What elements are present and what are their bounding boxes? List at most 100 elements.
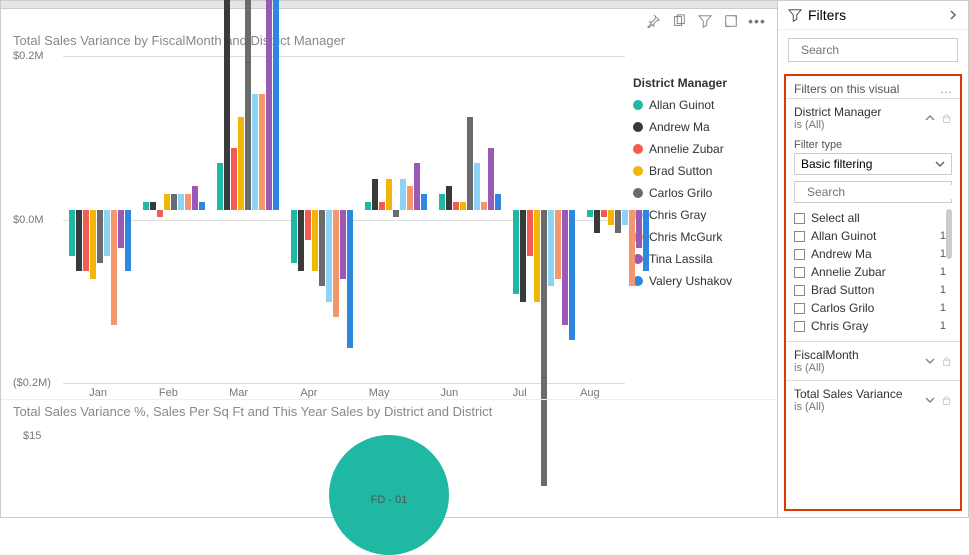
bar[interactable] (615, 56, 621, 363)
filter-value-row[interactable]: Allan Guinot1 (794, 227, 952, 245)
bar[interactable] (118, 56, 124, 363)
checkbox[interactable] (794, 231, 805, 242)
bar[interactable] (217, 56, 223, 363)
bar[interactable] (347, 56, 353, 363)
bar[interactable] (527, 56, 533, 363)
filter-value-row[interactable]: Carlos Grilo1 (794, 299, 952, 317)
more-icon[interactable]: ••• (749, 13, 765, 29)
bar[interactable] (259, 56, 265, 363)
bar[interactable] (76, 56, 82, 363)
collapse-pane-icon[interactable] (948, 10, 958, 20)
bar[interactable] (171, 56, 177, 363)
bar[interactable] (291, 56, 297, 363)
bar[interactable] (231, 56, 237, 363)
bar[interactable] (629, 56, 635, 363)
filter-values-search[interactable] (794, 181, 952, 203)
checkbox[interactable] (794, 285, 805, 296)
bar[interactable] (601, 56, 607, 363)
bar[interactable] (421, 56, 427, 363)
checkbox[interactable] (794, 249, 805, 260)
bar[interactable] (407, 56, 413, 363)
focus-icon[interactable] (723, 13, 739, 29)
filter-value-row[interactable]: Brad Sutton1 (794, 281, 952, 299)
filter-card-fiscalmonth[interactable]: FiscalMonth is (All) (786, 341, 960, 380)
bar[interactable] (157, 56, 163, 363)
bar[interactable] (636, 56, 642, 363)
filter-icon[interactable] (697, 13, 713, 29)
filter-values-search-input[interactable] (807, 185, 962, 199)
filters-search-input[interactable] (801, 43, 956, 57)
bar[interactable] (273, 56, 279, 363)
bar[interactable] (150, 56, 156, 363)
chevron-up-icon[interactable] (925, 113, 935, 124)
bar[interactable] (467, 56, 473, 363)
bar[interactable] (594, 56, 600, 363)
bar[interactable] (481, 56, 487, 363)
bar[interactable] (111, 56, 117, 363)
bar[interactable] (266, 56, 272, 363)
bar[interactable] (386, 56, 392, 363)
filters-search[interactable] (788, 38, 958, 62)
bar[interactable] (224, 56, 230, 363)
checkbox[interactable] (794, 213, 805, 224)
chevron-down-icon[interactable] (925, 395, 935, 406)
bar[interactable] (69, 56, 75, 363)
bar[interactable] (513, 56, 519, 363)
clear-filter-icon[interactable] (941, 113, 952, 124)
bar[interactable] (541, 56, 547, 363)
bar[interactable] (178, 56, 184, 363)
bar[interactable] (305, 56, 311, 363)
scrollbar[interactable] (946, 209, 952, 259)
copy-icon[interactable] (671, 13, 687, 29)
bar[interactable] (104, 56, 110, 363)
bar[interactable] (622, 56, 628, 363)
bar[interactable] (143, 56, 149, 363)
bar[interactable] (608, 56, 614, 363)
filter-card-district-manager[interactable]: District Manager is (All) Filter type Ba… (786, 98, 960, 341)
bar[interactable] (495, 56, 501, 363)
bar[interactable] (90, 56, 96, 363)
bar[interactable] (164, 56, 170, 363)
bar[interactable] (312, 56, 318, 363)
checkbox[interactable] (794, 267, 805, 278)
pin-icon[interactable] (645, 13, 661, 29)
bar[interactable] (474, 56, 480, 363)
bar[interactable] (372, 56, 378, 363)
section-more-icon[interactable]: … (940, 82, 952, 96)
filter-type-select[interactable]: Basic filtering (794, 153, 952, 175)
bar[interactable] (520, 56, 526, 363)
filter-value-row[interactable]: Select all (794, 209, 952, 227)
clear-filter-icon[interactable] (941, 356, 952, 367)
bar[interactable] (393, 56, 399, 363)
bar[interactable] (340, 56, 346, 363)
bar[interactable] (326, 56, 332, 363)
bar[interactable] (319, 56, 325, 363)
bar[interactable] (460, 56, 466, 363)
bar[interactable] (534, 56, 540, 363)
bar[interactable] (400, 56, 406, 363)
bar[interactable] (453, 56, 459, 363)
bar[interactable] (446, 56, 452, 363)
bar[interactable] (333, 56, 339, 363)
bar[interactable] (199, 56, 205, 363)
bar[interactable] (298, 56, 304, 363)
bar[interactable] (562, 56, 568, 363)
bar[interactable] (488, 56, 494, 363)
bar[interactable] (548, 56, 554, 363)
chevron-down-icon[interactable] (925, 356, 935, 367)
bar[interactable] (414, 56, 420, 363)
bar[interactable] (252, 56, 258, 363)
filter-card-total-sales-variance[interactable]: Total Sales Variance is (All) (786, 380, 960, 419)
bar[interactable] (439, 56, 445, 363)
bar[interactable] (125, 56, 131, 363)
bar[interactable] (569, 56, 575, 363)
bar[interactable] (643, 56, 649, 363)
bar[interactable] (192, 56, 198, 363)
bar[interactable] (365, 56, 371, 363)
filter-value-row[interactable]: Chris Gray1 (794, 317, 952, 335)
bar[interactable] (555, 56, 561, 363)
bar[interactable] (238, 56, 244, 363)
bar[interactable] (97, 56, 103, 363)
bar[interactable] (587, 56, 593, 363)
filter-value-row[interactable]: Annelie Zubar1 (794, 263, 952, 281)
